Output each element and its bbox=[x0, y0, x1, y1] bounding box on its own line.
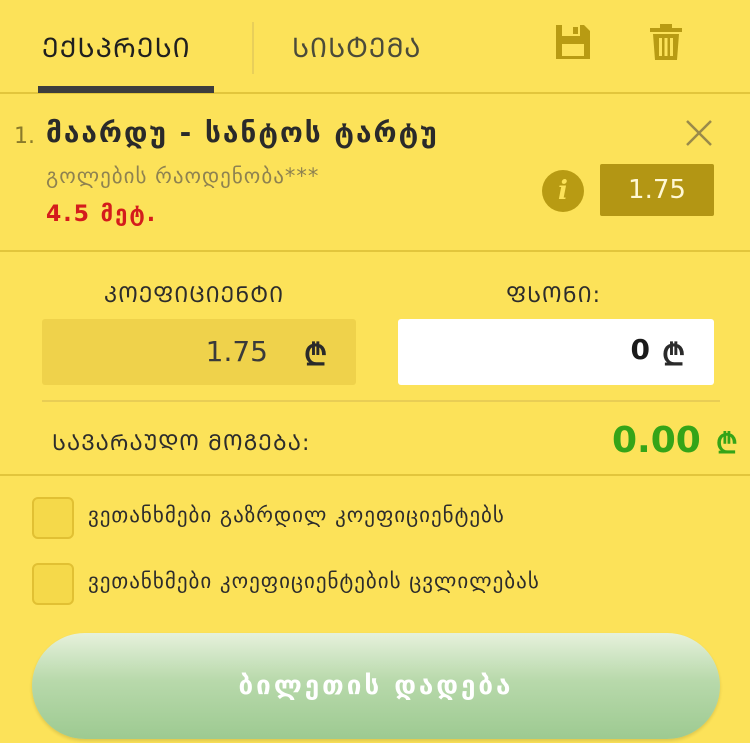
potential-win-label: ᲡᲐᲕᲐᲠᲐᲣᲓᲝ ᲛᲝᲒᲔᲑᲐ: bbox=[52, 431, 311, 456]
lari-currency-icon: ₾ bbox=[716, 427, 738, 460]
stake-value[interactable]: 0 bbox=[398, 319, 650, 381]
divider bbox=[0, 474, 750, 476]
accept-increased-odds-label: ვეთანხმები გაზრდილ კოეფიციენტებს bbox=[88, 503, 505, 527]
tab-divider bbox=[252, 22, 254, 74]
floppy-disk-icon[interactable] bbox=[553, 22, 593, 62]
potential-win-value: 0.00 bbox=[612, 420, 701, 461]
info-icon[interactable]: i bbox=[542, 170, 584, 212]
coefficient-value: 1.75 bbox=[205, 335, 268, 368]
active-tab-indicator bbox=[38, 86, 214, 93]
tab-express[interactable]: ᲔᲥᲡᲞᲠᲔᲡᲘ bbox=[42, 28, 191, 65]
coefficient-label: ᲙᲝᲔᲤᲘᲪᲘᲔᲜᲢᲘ bbox=[104, 283, 285, 308]
lari-currency-icon: ₾ bbox=[662, 338, 686, 373]
close-icon[interactable] bbox=[682, 116, 716, 150]
bet-slip-tabs: ᲔᲥᲡᲞᲠᲔᲡᲘ ᲡᲘᲡᲢᲔᲛᲐ bbox=[0, 0, 750, 94]
selected-outcome: 4.5 მეტ. bbox=[46, 202, 158, 227]
accept-increased-odds-checkbox[interactable] bbox=[32, 497, 74, 539]
bet-item: 1. მაარდუ - სანტოს ტარტუ გოლების რაოდენო… bbox=[0, 94, 750, 252]
divider bbox=[42, 400, 720, 402]
bet-index: 1. bbox=[14, 124, 35, 149]
coefficient-field: 1.75 ₾ bbox=[42, 319, 356, 385]
accept-odds-changes-label: ვეთანხმები კოეფიციენტების ცვლილებას bbox=[88, 569, 540, 593]
bet-odds-badge: 1.75 bbox=[600, 164, 714, 216]
stake-label: ᲤᲡᲝᲜᲘ: bbox=[506, 283, 602, 308]
lari-currency-icon: ₾ bbox=[304, 338, 328, 373]
trash-icon[interactable] bbox=[646, 22, 686, 62]
match-name: მაარდუ - სანტოს ტარტუ bbox=[46, 116, 439, 149]
place-bet-button[interactable]: ბილეთის დადება bbox=[32, 633, 720, 739]
stake-input[interactable]: 0 ₾ bbox=[398, 319, 714, 385]
tab-system[interactable]: ᲡᲘᲡᲢᲔᲛᲐ bbox=[292, 28, 421, 65]
accept-odds-changes-checkbox[interactable] bbox=[32, 563, 74, 605]
market-name: გოლების რაოდენობა*** bbox=[46, 164, 320, 188]
